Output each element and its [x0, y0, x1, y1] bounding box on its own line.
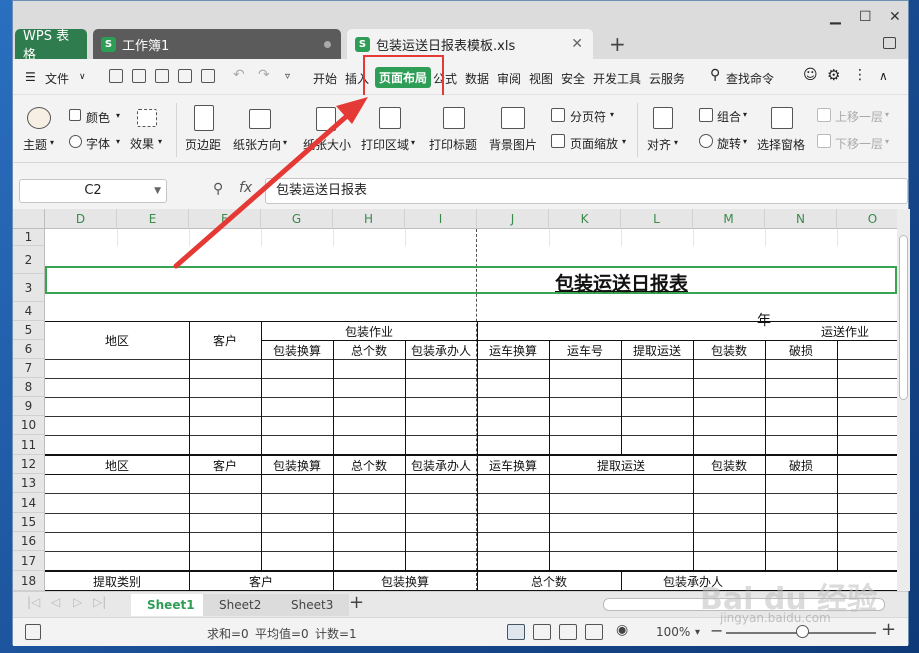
watermark-url: jingyan.baidu.com — [720, 611, 831, 625]
annotation-arrow — [173, 97, 368, 269]
